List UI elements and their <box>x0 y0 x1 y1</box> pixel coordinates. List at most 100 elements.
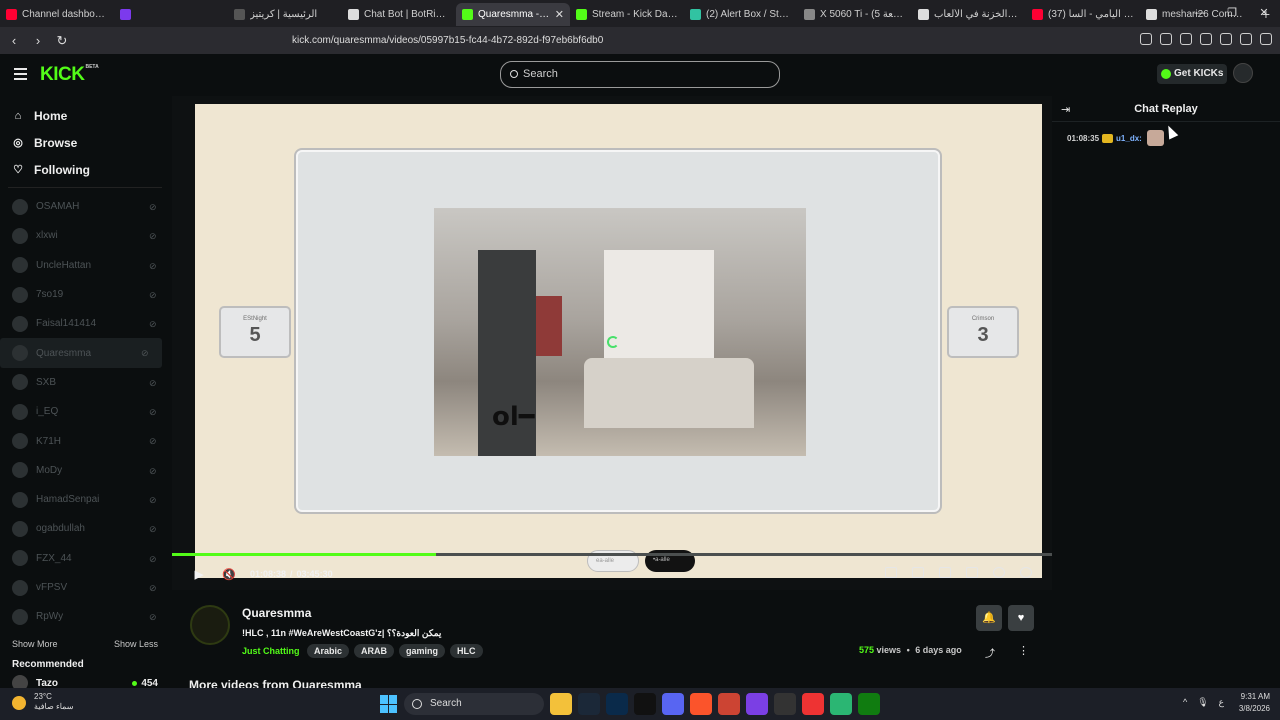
forward-icon[interactable]: › <box>28 33 48 48</box>
followed-channel[interactable]: HamadSenpai ⊘ <box>0 485 170 514</box>
app-icon[interactable] <box>746 693 768 715</box>
extension-icon[interactable] <box>1240 33 1252 45</box>
sidebar-item-browse[interactable]: ◎ Browse <box>0 129 170 156</box>
show-more-link[interactable]: Show More <box>12 639 58 649</box>
pip-icon[interactable] <box>885 567 897 578</box>
seek-bar[interactable] <box>172 553 1052 556</box>
microphone-icon[interactable]: 🎙 <box>1197 697 1208 708</box>
followed-channel[interactable]: RpWy ⊘ <box>0 602 170 631</box>
url-field[interactable]: kick.com/quaresmma/videos/05997b15-fc44-… <box>268 32 988 50</box>
show-less-link[interactable]: Show Less <box>114 639 158 649</box>
notification-bell-icon[interactable]: 🔔 <box>976 605 1002 631</box>
back-icon[interactable]: ‹ <box>4 33 24 48</box>
reload-icon[interactable]: ↻ <box>52 33 72 49</box>
app-icon[interactable] <box>802 693 824 715</box>
offline-icon: ⊘ <box>149 436 157 447</box>
channel-avatar <box>12 433 28 450</box>
search-input[interactable]: Search <box>500 61 780 88</box>
restore-icon[interactable]: ❐ <box>1216 0 1248 27</box>
followed-channel[interactable]: UncleHattan ⊘ <box>0 251 170 280</box>
tag-chip[interactable]: gaming <box>399 644 446 658</box>
extension-icon[interactable] <box>1220 33 1232 45</box>
play-icon[interactable]: ▶ <box>192 567 206 581</box>
photoshop-icon[interactable] <box>606 693 628 715</box>
followed-channel[interactable]: SXB ⊘ <box>0 368 170 397</box>
speed-icon[interactable] <box>993 567 1005 578</box>
extension-icon[interactable] <box>1180 33 1192 45</box>
followed-channel[interactable]: OSAMAH ⊘ <box>0 192 170 221</box>
chat-username[interactable]: u1_dx: <box>1116 134 1142 143</box>
extension-icon[interactable] <box>1160 33 1172 45</box>
collapse-chat-icon[interactable]: ⇥ <box>1061 103 1070 116</box>
browser-tab[interactable]: Channel dashboard - Y <box>0 3 114 26</box>
channel-name[interactable]: Quaresmma <box>242 606 311 620</box>
browser-tab[interactable]: الرئيسية | كريتيز <box>228 3 342 26</box>
netflix-icon[interactable] <box>634 693 656 715</box>
followed-channel[interactable]: K71H ⊘ <box>0 426 170 455</box>
browser-tab[interactable]: Chat Bot | BotRix — Cl <box>342 3 456 26</box>
weather-widget[interactable]: 23°C سماء صافية <box>12 692 74 712</box>
video-player[interactable]: EStNight 5 Crimson 3 ol━ ea-alle •a-alle… <box>172 96 1052 590</box>
minimize-icon[interactable]: — <box>1184 0 1216 27</box>
close-window-icon[interactable]: ✕ <box>1248 0 1280 27</box>
xbox-icon[interactable] <box>858 693 880 715</box>
followed-channel[interactable]: Faisal141414 ⊘ <box>0 309 170 338</box>
category-link[interactable]: Just Chatting <box>242 646 300 656</box>
followed-channel[interactable]: Quaresmma ⊘ <box>0 338 162 368</box>
app-icon[interactable] <box>830 693 852 715</box>
more-options-icon[interactable]: ⋮ <box>1018 644 1029 657</box>
video-title: !HLC , 11n #WeAreWestCoastG'z| يمكن العو… <box>242 628 442 638</box>
followed-channel[interactable]: 7so19 ⊘ <box>0 280 170 309</box>
tab-title: Channel dashboard - Y <box>22 9 108 20</box>
language-indicator[interactable]: ع <box>1219 697 1224 708</box>
chevron-up-icon[interactable]: ^ <box>1183 697 1187 708</box>
hamburger-menu-icon[interactable] <box>14 68 27 83</box>
followed-channel[interactable]: xlxwi ⊘ <box>0 221 170 250</box>
get-kicks-button[interactable]: Get KICKs <box>1157 64 1227 84</box>
extension-icon[interactable] <box>1200 33 1212 45</box>
extension-icon[interactable] <box>1140 33 1152 45</box>
channel-avatar[interactable] <box>190 605 230 645</box>
tag-chip[interactable]: ARAB <box>354 644 395 658</box>
discord-icon[interactable] <box>662 693 684 715</box>
browser-tab[interactable] <box>114 3 228 26</box>
mini-player-icon[interactable] <box>939 567 951 578</box>
channel-avatar <box>12 462 28 479</box>
followed-channel[interactable]: vFPSV ⊘ <box>0 573 170 602</box>
theater-mode-icon[interactable] <box>912 567 924 578</box>
share-icon[interactable]: ⤴ <box>985 645 995 660</box>
user-avatar[interactable] <box>1233 63 1253 83</box>
browser-tab[interactable]: (2) Alert Box / Streamla <box>684 3 798 26</box>
follow-heart-icon[interactable]: ♥ <box>1008 605 1034 631</box>
tag-list: Arabic ARAB gaming HLC <box>307 644 483 658</box>
mute-icon[interactable]: 🔇 <box>222 567 236 581</box>
browser-tab[interactable]: رمز الخزنة في الألعاب <box>912 3 1026 26</box>
fullscreen-icon[interactable] <box>966 567 978 578</box>
browser-tab[interactable]: Stream - Kick Dashboa <box>570 3 684 26</box>
tag-chip[interactable]: Arabic <box>307 644 350 658</box>
browser-tab[interactable]: X 5060 Ti - (5 تجميعة <box>798 3 912 26</box>
file-explorer-icon[interactable] <box>550 693 572 715</box>
sidebar-item-following[interactable]: ♡ Following <box>0 156 170 183</box>
close-tab-icon[interactable]: ✕ <box>555 8 564 21</box>
followed-channel[interactable]: ogabdullah ⊘ <box>0 514 170 543</box>
start-menu-icon[interactable] <box>380 695 398 713</box>
browser-tab[interactable]: (37) صالح اليامي - السا <box>1026 3 1140 26</box>
tag-chip[interactable]: HLC <box>450 644 483 658</box>
kick-logo[interactable]: KICKBETA <box>40 64 99 86</box>
settings-gear-icon[interactable] <box>1020 567 1032 578</box>
steam-icon[interactable] <box>578 693 600 715</box>
menu-icon[interactable] <box>1260 33 1272 45</box>
taskbar-search[interactable]: Search <box>404 693 544 715</box>
offline-icon: ⊘ <box>149 289 157 300</box>
video-info: Quaresmma !HLC , 11n #WeAreWestCoastG'z|… <box>188 600 1048 700</box>
clock[interactable]: 9:31 AM 3/8/2026 <box>1239 691 1270 715</box>
followed-channel[interactable]: i_EQ ⊘ <box>0 397 170 426</box>
app-icon[interactable] <box>718 693 740 715</box>
followed-channel[interactable]: MoDy ⊘ <box>0 456 170 485</box>
browser-tab[interactable]: Quaresmma - Wat ✕ <box>456 3 570 26</box>
brave-icon[interactable] <box>690 693 712 715</box>
followed-channel[interactable]: FZX_44 ⊘ <box>0 544 170 573</box>
sidebar-item-home[interactable]: ⌂ Home <box>0 102 170 129</box>
app-icon[interactable] <box>774 693 796 715</box>
